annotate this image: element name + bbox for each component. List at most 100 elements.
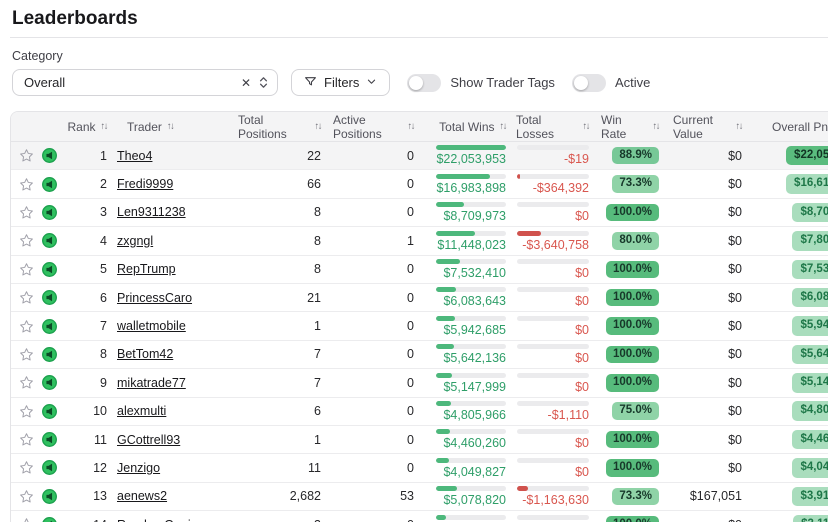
trader-link[interactable]: GCottrell93 — [117, 433, 180, 447]
copy-trader-icon[interactable] — [41, 374, 58, 391]
column-header-trader[interactable]: Trader↑↓ — [113, 112, 238, 141]
win-rate-badge: 80.0% — [612, 232, 659, 250]
trader-link[interactable]: aenews2 — [117, 489, 167, 503]
favorite-star-icon[interactable] — [19, 290, 34, 305]
table-row[interactable]: 12 Jenzigo 11 0 $4,049,827 $0 100.0% $0 … — [11, 454, 828, 482]
current-value: $0 — [673, 256, 758, 283]
table-row[interactable]: 14 RandomGenius 3 0 $3,115,550 $0 100.0%… — [11, 511, 828, 522]
favorite-star-icon[interactable] — [19, 489, 34, 504]
copy-trader-icon[interactable] — [41, 232, 58, 249]
leaderboard-table: Rank↑↓Trader↑↓Total Positions↑↓Active Po… — [10, 111, 828, 522]
favorite-star-icon[interactable] — [19, 148, 34, 163]
show-trader-tags-toggle[interactable] — [407, 74, 441, 92]
clear-icon[interactable]: ✕ — [241, 77, 251, 89]
sort-icon[interactable]: ↑↓ — [408, 121, 415, 132]
table-row[interactable]: 5 RepTrump 8 0 $7,532,410 $0 100.0% $0 $… — [11, 256, 828, 284]
column-header-total_wins[interactable]: Total Wins↑↓ — [426, 112, 516, 141]
total-wins-value: $5,642,136 — [443, 352, 506, 365]
trader-link[interactable]: BetTom42 — [117, 347, 173, 361]
favorite-star-icon[interactable] — [19, 177, 34, 192]
favorite-star-icon[interactable] — [19, 347, 34, 362]
trader-link[interactable]: zxgngl — [117, 234, 153, 248]
column-header-rank[interactable]: Rank↑↓ — [68, 112, 113, 141]
table-row[interactable]: 1 Theo4 22 0 $22,053,953 -$19 88.9% $0 $… — [11, 142, 828, 170]
current-value: $0 — [673, 284, 758, 311]
category-select[interactable]: Overall ✕ — [12, 69, 278, 96]
total-wins-cell: $4,049,827 — [426, 454, 516, 481]
total-wins-value: $4,049,827 — [443, 466, 506, 479]
table-row[interactable]: 10 alexmulti 6 0 $4,805,966 -$1,110 75.0… — [11, 398, 828, 426]
column-header-active_positions[interactable]: Active Positions↑↓ — [333, 112, 426, 141]
copy-trader-icon[interactable] — [41, 204, 58, 221]
copy-trader-icon[interactable] — [41, 261, 58, 278]
total-positions-value: 21 — [238, 284, 333, 311]
column-header-star — [11, 112, 41, 141]
favorite-star-icon[interactable] — [19, 262, 34, 277]
favorite-star-icon[interactable] — [19, 460, 34, 475]
total-wins-value: $7,532,410 — [443, 267, 506, 280]
sort-icon[interactable]: ↑↓ — [500, 121, 507, 132]
copy-trader-icon[interactable] — [41, 289, 58, 306]
table-row[interactable]: 8 BetTom42 7 0 $5,642,136 $0 100.0% $0 $… — [11, 341, 828, 369]
favorite-star-icon[interactable] — [19, 517, 34, 522]
active-positions-value: 53 — [333, 483, 426, 510]
copy-trader-icon[interactable] — [41, 488, 58, 505]
table-row[interactable]: 3 Len9311238 8 0 $8,709,973 $0 100.0% $0… — [11, 199, 828, 227]
column-header-current_value[interactable]: Current Value↑↓ — [673, 112, 758, 141]
wins-bar — [436, 202, 506, 207]
active-positions-value: 0 — [333, 256, 426, 283]
active-positions-value: 0 — [333, 312, 426, 339]
trader-link[interactable]: Fredi9999 — [117, 177, 173, 191]
column-header-overall_pnl[interactable]: Overall PnL↑↓ — [758, 112, 828, 141]
table-row[interactable]: 7 walletmobile 1 0 $5,942,685 $0 100.0% … — [11, 312, 828, 340]
favorite-star-icon[interactable] — [19, 432, 34, 447]
win-rate-badge: 88.9% — [612, 147, 659, 165]
sort-icon[interactable]: ↑↓ — [583, 121, 590, 132]
sort-icon[interactable]: ↑↓ — [101, 121, 108, 132]
table-row[interactable]: 2 Fredi9999 66 0 $16,983,898 -$364,392 7… — [11, 170, 828, 198]
copy-trader-icon[interactable] — [41, 516, 58, 522]
trader-link[interactable]: Jenzigo — [117, 461, 160, 475]
trader-link[interactable]: mikatrade77 — [117, 376, 186, 390]
active-toggle[interactable] — [572, 74, 606, 92]
favorite-star-icon[interactable] — [19, 319, 34, 334]
chevron-up-down-icon[interactable] — [258, 75, 269, 90]
copy-trader-icon[interactable] — [41, 459, 58, 476]
total-wins-cell: $7,532,410 — [426, 256, 516, 283]
trader-link[interactable]: Len9311238 — [117, 205, 186, 219]
trader-link[interactable]: alexmulti — [117, 404, 166, 418]
favorite-star-icon[interactable] — [19, 205, 34, 220]
trader-link[interactable]: RandomGenius — [117, 518, 204, 522]
total-wins-cell: $16,983,898 — [426, 170, 516, 197]
copy-trader-icon[interactable] — [41, 346, 58, 363]
copy-trader-icon[interactable] — [41, 147, 58, 164]
copy-trader-icon[interactable] — [41, 403, 58, 420]
filters-button[interactable]: Filters — [291, 69, 390, 96]
sort-icon[interactable]: ↑↓ — [167, 121, 174, 132]
favorite-star-icon[interactable] — [19, 404, 34, 419]
trader-link[interactable]: walletmobile — [117, 319, 186, 333]
copy-trader-icon[interactable] — [41, 176, 58, 193]
table-body: 1 Theo4 22 0 $22,053,953 -$19 88.9% $0 $… — [11, 142, 828, 522]
table-row[interactable]: 13 aenews2 2,682 53 $5,078,820 -$1,163,6… — [11, 483, 828, 511]
trader-link[interactable]: Theo4 — [117, 149, 152, 163]
copy-trader-icon[interactable] — [41, 318, 58, 335]
sort-icon[interactable]: ↑↓ — [653, 121, 660, 132]
table-row[interactable]: 6 PrincessCaro 21 0 $6,083,643 $0 100.0%… — [11, 284, 828, 312]
active-positions-value: 1 — [333, 227, 426, 254]
favorite-star-icon[interactable] — [19, 375, 34, 390]
table-row[interactable]: 11 GCottrell93 1 0 $4,460,260 $0 100.0% … — [11, 426, 828, 454]
copy-trader-icon[interactable] — [41, 431, 58, 448]
table-row[interactable]: 4 zxgngl 8 1 $11,448,023 -$3,640,758 80.… — [11, 227, 828, 255]
table-row[interactable]: 9 mikatrade77 7 0 $5,147,999 $0 100.0% $… — [11, 369, 828, 397]
trader-link[interactable]: RepTrump — [117, 262, 176, 276]
column-header-win_rate[interactable]: Win Rate↑↓ — [601, 112, 673, 141]
sort-icon[interactable]: ↑↓ — [736, 121, 743, 132]
favorite-star-icon[interactable] — [19, 233, 34, 248]
sort-icon[interactable]: ↑↓ — [315, 121, 322, 132]
win-rate-badge: 100.0% — [606, 346, 659, 364]
trader-link[interactable]: PrincessCaro — [117, 291, 192, 305]
column-header-total_losses[interactable]: Total Losses↑↓ — [516, 112, 601, 141]
column-header-total_positions[interactable]: Total Positions↑↓ — [238, 112, 333, 141]
total-losses-cell: -$1,110 — [516, 398, 601, 425]
